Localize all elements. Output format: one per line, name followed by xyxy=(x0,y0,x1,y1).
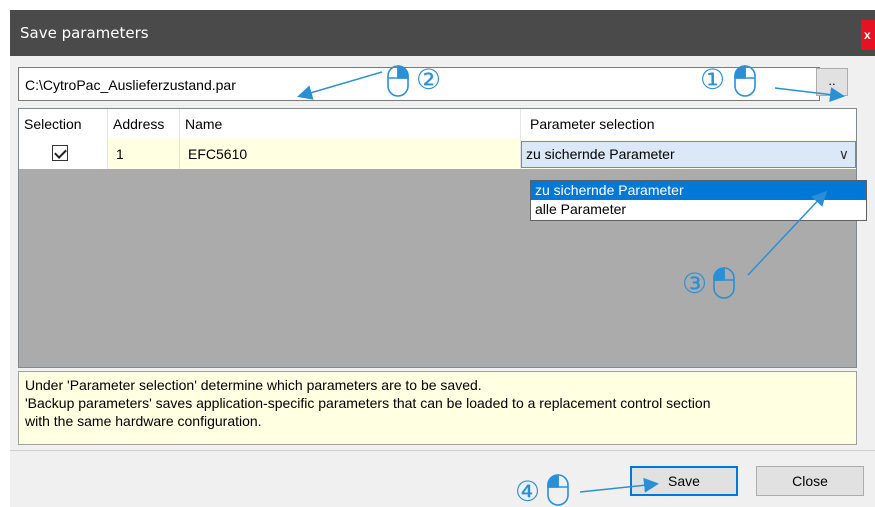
file-path-input[interactable]: C:\CytroPac_Auslieferzustand.par xyxy=(18,67,820,101)
parameter-selection-dropdown: zu sichernde Parameter alle Parameter xyxy=(530,180,867,221)
help-line: Under 'Parameter selection' determine wh… xyxy=(25,377,482,393)
footer-divider xyxy=(10,450,875,451)
close-window-icon[interactable]: x xyxy=(861,20,875,50)
dropdown-option[interactable]: alle Parameter xyxy=(531,200,866,219)
name-cell: EFC5610 xyxy=(180,139,521,169)
chevron-down-icon[interactable]: ∨ xyxy=(839,142,849,167)
table-header: Selection Address Name Parameter selecti… xyxy=(19,109,856,139)
browse-button[interactable]: .. xyxy=(816,68,848,96)
save-button[interactable]: Save xyxy=(630,466,738,496)
column-header-address[interactable]: Address xyxy=(108,109,180,139)
combo-value: zu sichernde Parameter xyxy=(526,146,675,162)
parameter-table: Selection Address Name Parameter selecti… xyxy=(18,108,857,368)
title-bar: Save parameters x xyxy=(10,10,875,56)
column-header-parameter-selection[interactable]: Parameter selection xyxy=(521,109,856,139)
column-header-name[interactable]: Name xyxy=(180,109,521,139)
column-header-selection[interactable]: Selection xyxy=(19,109,108,139)
help-line: with the same hardware configuration. xyxy=(25,413,262,429)
window-title: Save parameters xyxy=(20,24,149,42)
close-button[interactable]: Close xyxy=(756,466,864,496)
row-selection-checkbox[interactable] xyxy=(52,145,68,161)
help-line: 'Backup parameters' saves application-sp… xyxy=(25,395,711,411)
address-cell: 1 xyxy=(108,139,180,169)
selection-cell[interactable] xyxy=(19,139,108,169)
dropdown-option[interactable]: zu sichernde Parameter xyxy=(531,181,866,200)
parameter-selection-combo[interactable]: zu sichernde Parameter ∨ xyxy=(521,141,856,168)
help-text-panel: Under 'Parameter selection' determine wh… xyxy=(18,371,857,445)
